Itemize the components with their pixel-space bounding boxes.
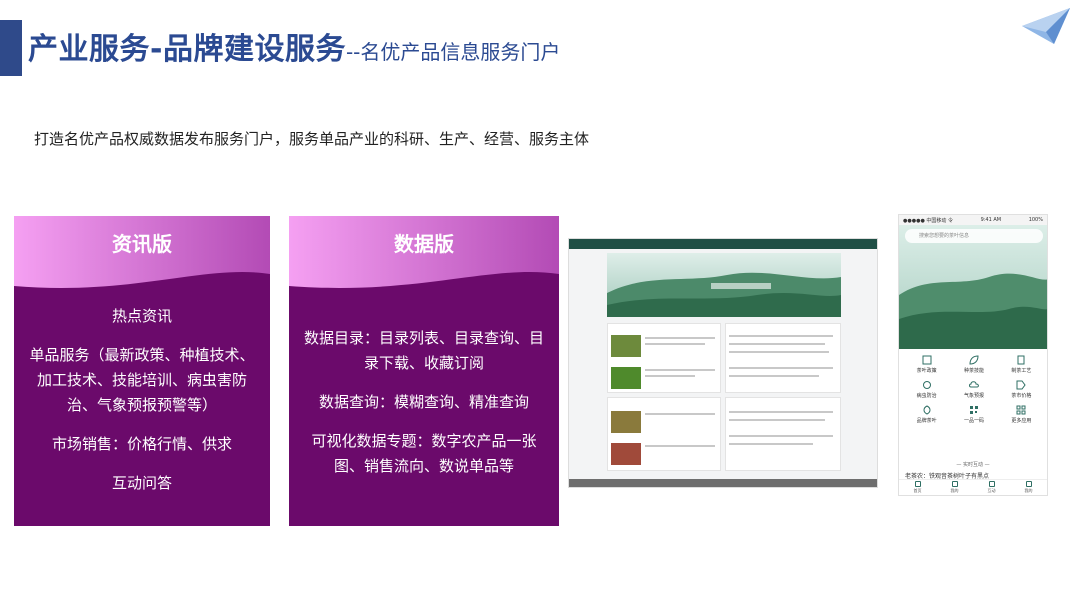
web-footer bbox=[569, 479, 877, 487]
phone-battery: 100% bbox=[1028, 217, 1043, 223]
price-tag-icon bbox=[1016, 380, 1026, 390]
profile-icon bbox=[1025, 481, 1032, 487]
grid-item-tea-policy[interactable]: 茶叶政策 bbox=[903, 355, 950, 374]
brand-leaf-icon bbox=[923, 405, 931, 415]
home-icon bbox=[914, 481, 921, 487]
info-item-market: 市场销售：价格行情、供求 bbox=[51, 435, 232, 453]
page-title: 产业服务-品牌建设服务--名优产品信息服务门户 bbox=[28, 24, 560, 68]
data-card-body: 数据目录：目录列表、目录查询、目录下载、收藏订阅 数据查询：模糊查询、精准查询 … bbox=[299, 326, 549, 493]
data-item-catalog: 数据目录：目录列表、目录查询、目录下载、收藏订阅 bbox=[303, 329, 544, 372]
grid-item-processing[interactable]: 制茶工艺 bbox=[998, 355, 1045, 374]
chat-icon bbox=[988, 481, 995, 487]
info-card-title: 资讯版 bbox=[112, 232, 172, 256]
title-accent-bar bbox=[0, 20, 22, 76]
grid-item-weather[interactable]: 气象预报 bbox=[950, 380, 997, 399]
data-card-header: 数据版 bbox=[289, 216, 559, 316]
tab-home[interactable]: 首页 bbox=[914, 481, 922, 494]
info-card-body: 热点资讯 单品服务（最新政策、种植技术、加工技术、技能培训、病虫害防治、气象预报… bbox=[24, 304, 260, 510]
tab-mine-1[interactable]: 我的 bbox=[951, 481, 959, 494]
info-edition-card: 资讯版 热点资讯 单品服务（最新政策、种植技术、加工技术、技能培训、病虫害防治、… bbox=[14, 216, 270, 526]
grid-item-pest-control[interactable]: 病虫防治 bbox=[903, 380, 950, 399]
web-portal-screenshot bbox=[568, 238, 878, 488]
phone-status-bar: ●●●●● 中国移动 令 9:41 AM 100% bbox=[899, 215, 1047, 225]
grid-item-brand-tea[interactable]: 品牌茶叶 bbox=[903, 405, 950, 424]
phone-feature-grid: 茶叶政策 种茶技能 制茶工艺 病虫防治 气象预报 茶市价格 品牌茶叶 一品一码 … bbox=[903, 355, 1045, 424]
grid-item-more-apps[interactable]: 更多应用 bbox=[998, 405, 1045, 424]
data-edition-card: 数据版 数据目录：目录列表、目录查询、目录下载、收藏订阅 数据查询：模糊查询、精… bbox=[289, 216, 559, 526]
info-item-hot-news: 热点资讯 bbox=[111, 307, 172, 325]
web-tea-banner-image bbox=[607, 253, 841, 317]
web-thumb-2 bbox=[611, 367, 641, 389]
web-nav-bar bbox=[569, 239, 877, 249]
bug-icon bbox=[922, 381, 931, 389]
grid-item-qr-code[interactable]: 一品一码 bbox=[950, 405, 997, 424]
cloud-icon bbox=[968, 381, 979, 388]
paper-plane-decoration-icon bbox=[1022, 8, 1070, 44]
apps-grid-icon bbox=[1016, 405, 1026, 415]
phone-tab-bar: 首页 我的 互动 我的 bbox=[899, 479, 1047, 495]
user-icon bbox=[951, 481, 958, 487]
web-thumb-3 bbox=[611, 411, 641, 433]
data-item-visualization: 可视化数据专题：数字农产品一张图、销售流向、数说单品等 bbox=[311, 432, 537, 475]
page-title-sub: --名优产品信息服务门户 bbox=[345, 40, 561, 64]
web-thumb-4 bbox=[611, 443, 641, 465]
grid-item-planting-skills[interactable]: 种茶技能 bbox=[950, 355, 997, 374]
web-news-block-2 bbox=[725, 323, 841, 393]
phone-tea-banner-image bbox=[899, 225, 1047, 349]
phone-time: 9:41 AM bbox=[980, 217, 1002, 223]
phone-realtime-heading: — 实时互动 — bbox=[956, 462, 990, 468]
grid-item-market-price[interactable]: 茶市价格 bbox=[998, 380, 1045, 399]
page-subtitle: 打造名优产品权威数据发布服务门户，服务单品产业的科研、生产、经营、服务主体 bbox=[34, 130, 590, 148]
policy-icon bbox=[922, 355, 932, 365]
web-thumb-1 bbox=[611, 335, 641, 357]
data-card-title: 数据版 bbox=[394, 232, 454, 256]
info-card-header: 资讯版 bbox=[14, 216, 270, 316]
leaf-icon bbox=[969, 355, 979, 365]
phone-carrier: ●●●●● 中国移动 令 bbox=[903, 217, 953, 224]
mobile-app-screenshot: ●●●●● 中国移动 令 9:41 AM 100% 搜索您想要的茶叶信息 茶叶政… bbox=[898, 214, 1048, 496]
document-icon bbox=[1017, 355, 1025, 365]
data-item-query: 数据查询：模糊查询、精准查询 bbox=[318, 393, 529, 411]
web-news-block-4 bbox=[725, 397, 841, 471]
info-item-single-product: 单品服务（最新政策、种植技术、加工技术、技能培训、病虫害防治、气象预报预警等） bbox=[29, 346, 255, 414]
tab-interact[interactable]: 互动 bbox=[988, 481, 996, 494]
qr-code-icon bbox=[969, 406, 978, 414]
phone-search-input[interactable]: 搜索您想要的茶叶信息 bbox=[905, 229, 1043, 243]
info-item-qa: 互动问答 bbox=[111, 474, 172, 492]
page-title-main: 产业服务-品牌建设服务 bbox=[28, 32, 346, 67]
tab-mine-2[interactable]: 我的 bbox=[1025, 481, 1033, 494]
